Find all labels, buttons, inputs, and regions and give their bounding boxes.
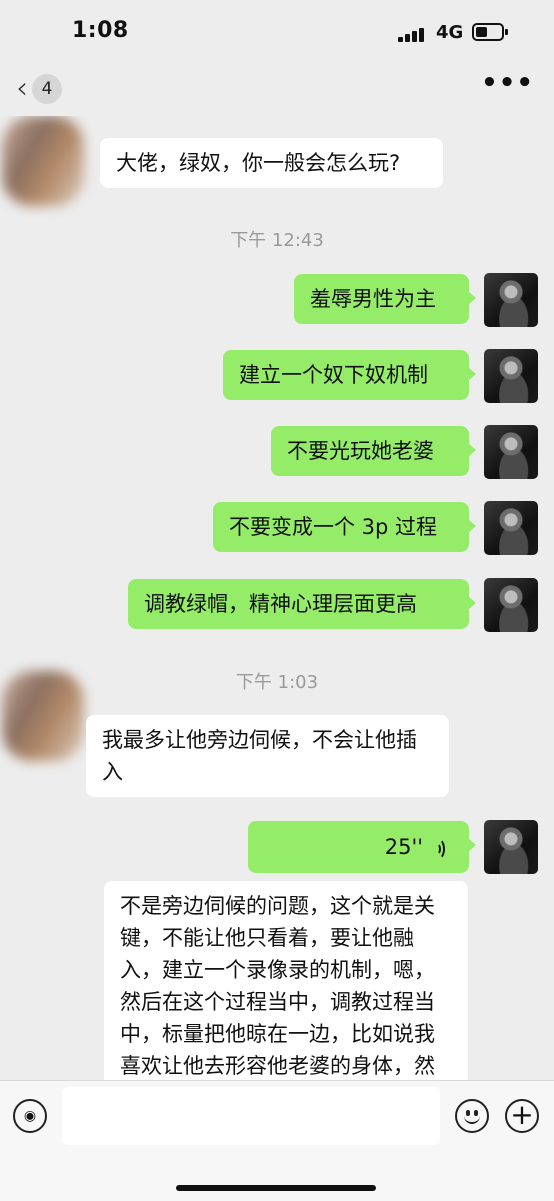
plus-button[interactable]: +	[505, 1099, 539, 1133]
battery-icon	[472, 23, 508, 41]
emoji-button[interactable]	[455, 1099, 489, 1133]
chevron-left-icon: ‹	[16, 71, 28, 106]
chat-history[interactable]: 大佬，绿奴，你一般会怎么玩? 下午 12:43 羞辱男性为主 建立一个奴下奴机制…	[0, 116, 554, 1080]
voice-wave-icon	[433, 836, 453, 860]
message-bubble-incoming[interactable]: 我最多让他旁边伺候，不会让他插入	[86, 715, 449, 797]
message-bubble-outgoing[interactable]: 调教绿帽，精神心理层面更高	[128, 579, 476, 629]
my-avatar[interactable]	[484, 273, 538, 327]
message-bubble-outgoing[interactable]: 不要变成一个 3p 过程	[213, 502, 476, 552]
message-bubble-outgoing[interactable]: 建立一个奴下奴机制	[223, 350, 476, 400]
home-indicator	[176, 1185, 376, 1191]
status-bar: 1:08 4G	[0, 0, 554, 66]
unread-count-badge: 4	[32, 74, 62, 104]
message-bubble-outgoing[interactable]: 不要光玩她老婆	[271, 426, 476, 476]
smiley-icon	[464, 1113, 480, 1124]
message-bubble-outgoing[interactable]: 羞辱男性为主	[294, 274, 476, 324]
my-avatar[interactable]	[484, 349, 538, 403]
signal-icon	[398, 26, 428, 42]
message-bubble-incoming[interactable]: 不是旁边伺候的问题，这个就是关键，不能让他只看着，要让他融入，建立一个录像录的机…	[104, 881, 468, 1080]
message-bubble-incoming[interactable]: 大佬，绿奴，你一般会怎么玩?	[100, 138, 443, 188]
my-avatar[interactable]	[484, 425, 538, 479]
voice-input-button[interactable]: ◉	[13, 1099, 47, 1133]
voice-duration: 25''	[384, 835, 423, 859]
network-type: 4G	[436, 22, 464, 43]
voice-message-bubble[interactable]: 25''	[248, 821, 476, 873]
voice-icon: ◉	[23, 1108, 37, 1124]
more-options-button[interactable]: •••	[481, 68, 534, 98]
chat-header: ‹ 4 •••	[0, 66, 554, 116]
contact-avatar[interactable]	[2, 671, 84, 761]
message-timestamp: 下午 12:43	[230, 230, 324, 251]
input-bar: ◉ +	[0, 1080, 554, 1201]
contact-avatar[interactable]	[2, 116, 84, 206]
my-avatar[interactable]	[484, 578, 538, 632]
message-input[interactable]	[62, 1087, 440, 1145]
my-avatar[interactable]	[484, 820, 538, 874]
status-time: 1:08	[72, 18, 129, 43]
message-timestamp: 下午 1:03	[235, 672, 319, 693]
my-avatar[interactable]	[484, 501, 538, 555]
back-button[interactable]: ‹ 4	[16, 74, 62, 104]
